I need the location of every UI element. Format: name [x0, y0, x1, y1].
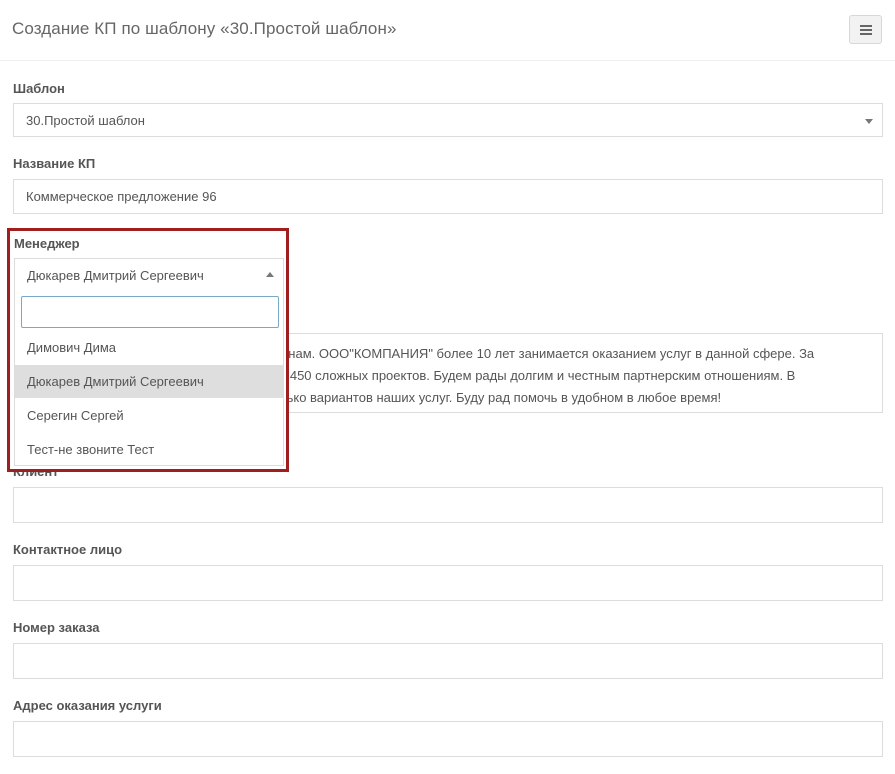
- manager-option-label: Тест-не звоните Тест: [27, 442, 155, 457]
- service-address-label: Адрес оказания услуги: [13, 698, 162, 713]
- description-line: лько вариантов наших услуг. Буду рад пом…: [279, 390, 722, 405]
- page-header: Создание КП по шаблону «30.Простой шабло…: [0, 0, 895, 61]
- manager-option-label: Серегин Сергей: [27, 408, 124, 423]
- name-input[interactable]: Коммерческое предложение 96: [13, 179, 883, 214]
- list-icon: [860, 25, 872, 35]
- page-title: Создание КП по шаблону «30.Простой шабло…: [12, 19, 397, 38]
- description-line: к нам. ООО"КОМПАНИЯ" более 10 лет занима…: [279, 346, 815, 361]
- order-number-label: Номер заказа: [13, 620, 100, 635]
- name-input-value: Коммерческое предложение 96: [26, 189, 217, 204]
- manager-search-input[interactable]: [21, 296, 279, 328]
- contact-label: Контактное лицо: [13, 542, 123, 557]
- menu-button[interactable]: [849, 15, 882, 44]
- chevron-down-icon: [865, 119, 873, 124]
- name-label: Название КП: [13, 156, 96, 171]
- manager-option-label: Димович Дима: [27, 340, 117, 355]
- description-line: а 450 сложных проектов. Будем рады долги…: [279, 368, 796, 383]
- template-label: Шаблон: [13, 81, 65, 96]
- manager-label: Менеджер: [14, 236, 80, 251]
- description-text: к нам. ООО"КОМПАНИЯ" более 10 лет занима…: [279, 343, 869, 409]
- manager-select[interactable]: Дюкарев Дмитрий Сергеевич: [14, 258, 284, 292]
- manager-option-label: Дюкарев Дмитрий Сергеевич: [27, 374, 204, 389]
- manager-option-selected[interactable]: Дюкарев Дмитрий Сергеевич: [15, 365, 283, 398]
- client-input[interactable]: [13, 487, 883, 523]
- manager-option[interactable]: Серегин Сергей: [15, 399, 283, 432]
- service-address-input[interactable]: [13, 721, 883, 757]
- manager-dropdown: Димович Дима Дюкарев Дмитрий Сергеевич С…: [14, 291, 284, 466]
- template-select[interactable]: 30.Простой шаблон: [13, 103, 883, 137]
- manager-option[interactable]: Тест-не звоните Тест: [15, 433, 283, 466]
- contact-input[interactable]: [13, 565, 883, 601]
- template-select-value: 30.Простой шаблон: [26, 113, 145, 128]
- manager-option[interactable]: Димович Дима: [15, 331, 283, 364]
- chevron-up-icon: [266, 272, 274, 277]
- manager-highlight-box: Менеджер Дюкарев Дмитрий Сергеевич Димов…: [7, 228, 289, 472]
- order-number-input[interactable]: [13, 643, 883, 679]
- manager-select-value: Дюкарев Дмитрий Сергеевич: [27, 268, 204, 283]
